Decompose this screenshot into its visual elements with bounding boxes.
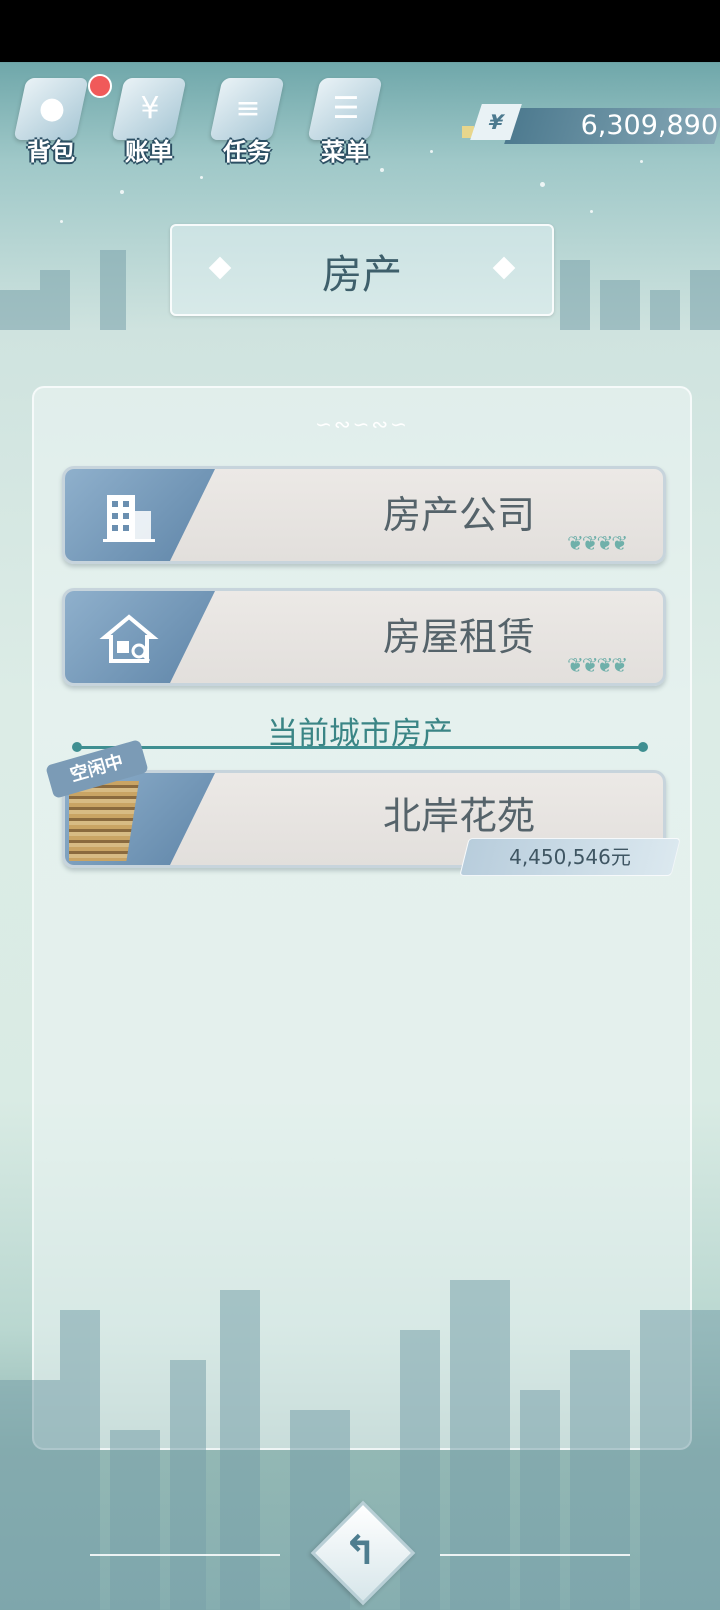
- building-icon: [99, 489, 159, 545]
- menu-icon: ☰: [332, 90, 360, 126]
- price-badge: 4,450,546元: [459, 838, 681, 876]
- back-button[interactable]: ↰: [310, 1500, 416, 1606]
- bill-label: 账单: [125, 138, 173, 166]
- bag-label: 背包: [27, 138, 75, 166]
- page-title: 房产: [322, 252, 402, 298]
- menu-item-house-rental[interactable]: 房屋租赁 ❦❦❦❦: [62, 588, 666, 686]
- section-divider: [72, 742, 648, 752]
- menu-button[interactable]: ☰ 菜单: [300, 70, 390, 170]
- menu-item-real-estate-company[interactable]: 房产公司 ❦❦❦❦: [62, 466, 666, 564]
- house-search-icon: [99, 611, 159, 667]
- task-icon: ≡: [235, 90, 261, 126]
- back-arrow-icon: ↰: [343, 1528, 377, 1574]
- leaf-ornament-icon: ❦❦❦❦: [567, 531, 628, 555]
- bag-button[interactable]: ● 背包: [6, 70, 96, 170]
- bottom-divider: [90, 1554, 280, 1556]
- task-button[interactable]: ≡ 任务: [202, 70, 292, 170]
- menu-label: 菜单: [321, 138, 369, 166]
- status-bar: [0, 0, 720, 62]
- bill-button[interactable]: ¥ 账单: [104, 70, 194, 170]
- property-price: 4,450,546元: [509, 845, 631, 869]
- leaf-ornament-icon: ❦❦❦❦: [567, 653, 628, 677]
- bill-icon: ¥: [140, 90, 160, 126]
- bag-icon: ●: [38, 90, 66, 126]
- page-title-panel: 房产: [170, 224, 554, 316]
- task-label: 任务: [223, 138, 271, 166]
- money-value: 6,309,890: [580, 110, 718, 141]
- bottom-divider: [440, 1554, 630, 1556]
- ornament-icon: ∽∾∽∾∽: [315, 412, 409, 436]
- money-display: ¥ 6,309,890: [460, 104, 720, 144]
